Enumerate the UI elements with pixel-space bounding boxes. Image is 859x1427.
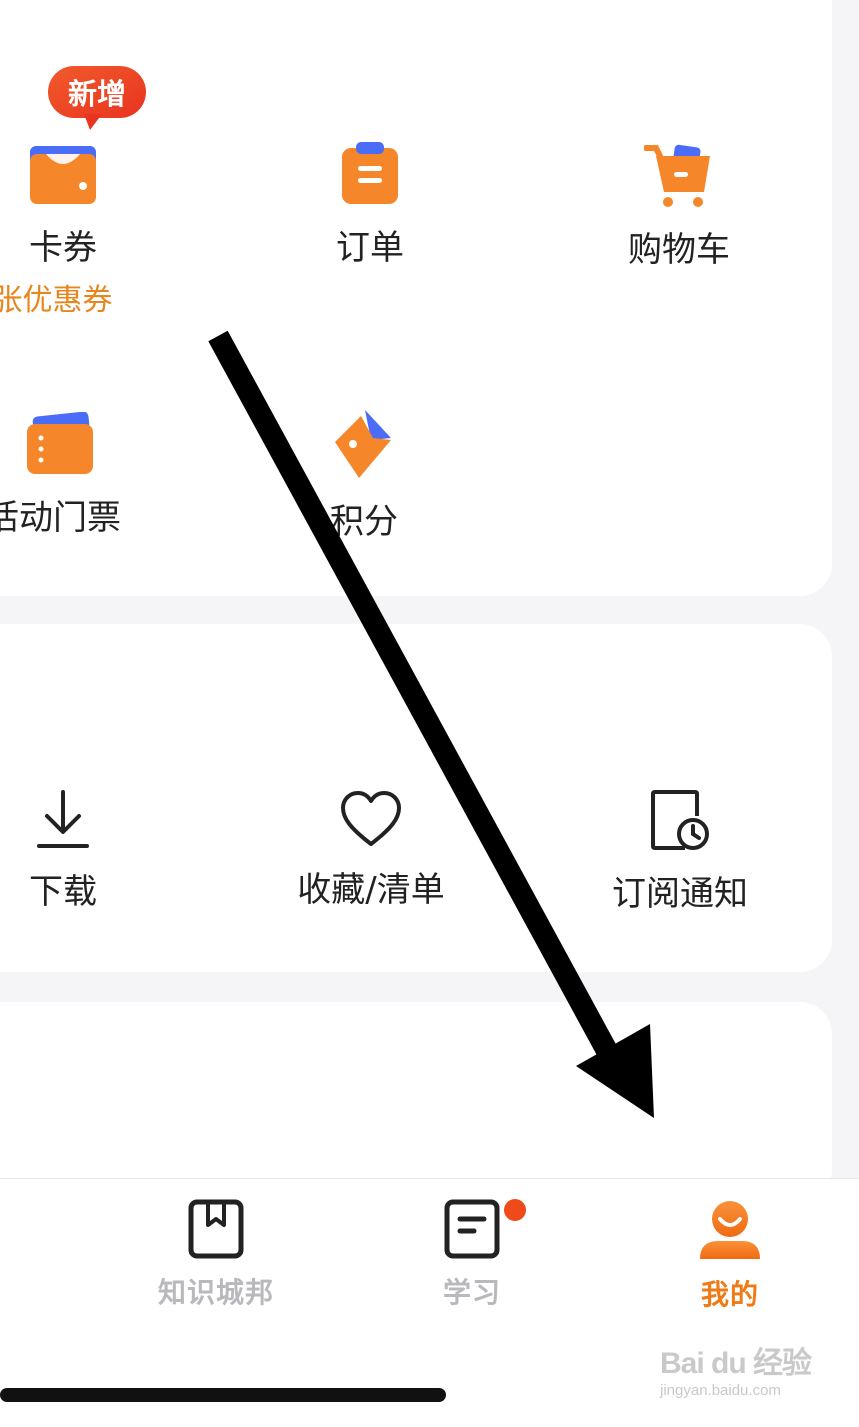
shortcut-orders[interactable]: 订单 — [260, 140, 480, 269]
watermark-site: jingyan.baidu.com — [660, 1382, 781, 1399]
tool-label: 订阅通知 — [612, 874, 748, 914]
shortcut-label: 活动门票 — [0, 498, 121, 538]
bookmark-book-icon — [188, 1199, 244, 1259]
tab-knowledge-city[interactable]: 知识城邦 — [116, 1199, 316, 1311]
profile-person-icon — [700, 1201, 760, 1259]
shortcut-coupons[interactable]: 卡券 2张优惠券 — [0, 144, 173, 319]
points-tag-icon — [335, 410, 391, 478]
tool-label: 下载 — [29, 872, 97, 912]
coupon-count: 2张优惠券 — [0, 283, 113, 318]
new-badge: 新增 — [48, 66, 146, 130]
baidu-jingyan-watermark: Bai du 经验 jingyan.baidu.com — [660, 1338, 815, 1399]
subscription-clock-icon — [651, 790, 709, 850]
shortcut-points[interactable]: 积分 — [254, 408, 474, 543]
home-indicator[interactable] — [0, 1388, 446, 1402]
event-ticket-icon — [27, 412, 93, 474]
content-card — [0, 1002, 832, 1202]
tab-label: 学习 — [442, 1276, 501, 1309]
shortcut-event-tickets[interactable]: 活动门票 — [0, 412, 170, 539]
notification-dot — [504, 1199, 526, 1221]
tab-label: 我的 — [700, 1278, 759, 1311]
shopping-cart-icon — [644, 144, 710, 207]
heart-icon — [341, 791, 401, 846]
tool-subscriptions[interactable]: 订阅通知 — [570, 788, 790, 915]
shortcut-label: 订单 — [336, 228, 404, 268]
badge-label: 新增 — [67, 77, 126, 111]
tab-mine[interactable]: 我的 — [630, 1199, 830, 1313]
tool-download[interactable]: 下载 — [0, 788, 173, 913]
tool-label: 收藏/清单 — [297, 870, 445, 910]
study-note-icon — [444, 1199, 500, 1259]
download-icon — [37, 790, 89, 848]
shortcut-label: 积分 — [330, 502, 398, 542]
tab-study[interactable]: 学习 — [372, 1199, 572, 1311]
coupon-wallet-icon — [30, 146, 96, 204]
my-page-screen: 新增 卡券 2张优惠券 订单 购物车 — [0, 0, 859, 1427]
tab-label: 知识城邦 — [157, 1276, 274, 1309]
shortcut-cart[interactable]: 购物车 — [569, 142, 789, 271]
watermark-logo: Bai du 经验 — [660, 1347, 812, 1380]
shortcut-label: 卡券 — [29, 228, 97, 268]
order-clipboard-icon — [342, 142, 398, 204]
shortcut-label: 购物车 — [628, 230, 730, 270]
tool-favorites[interactable]: 收藏/清单 — [261, 790, 481, 911]
